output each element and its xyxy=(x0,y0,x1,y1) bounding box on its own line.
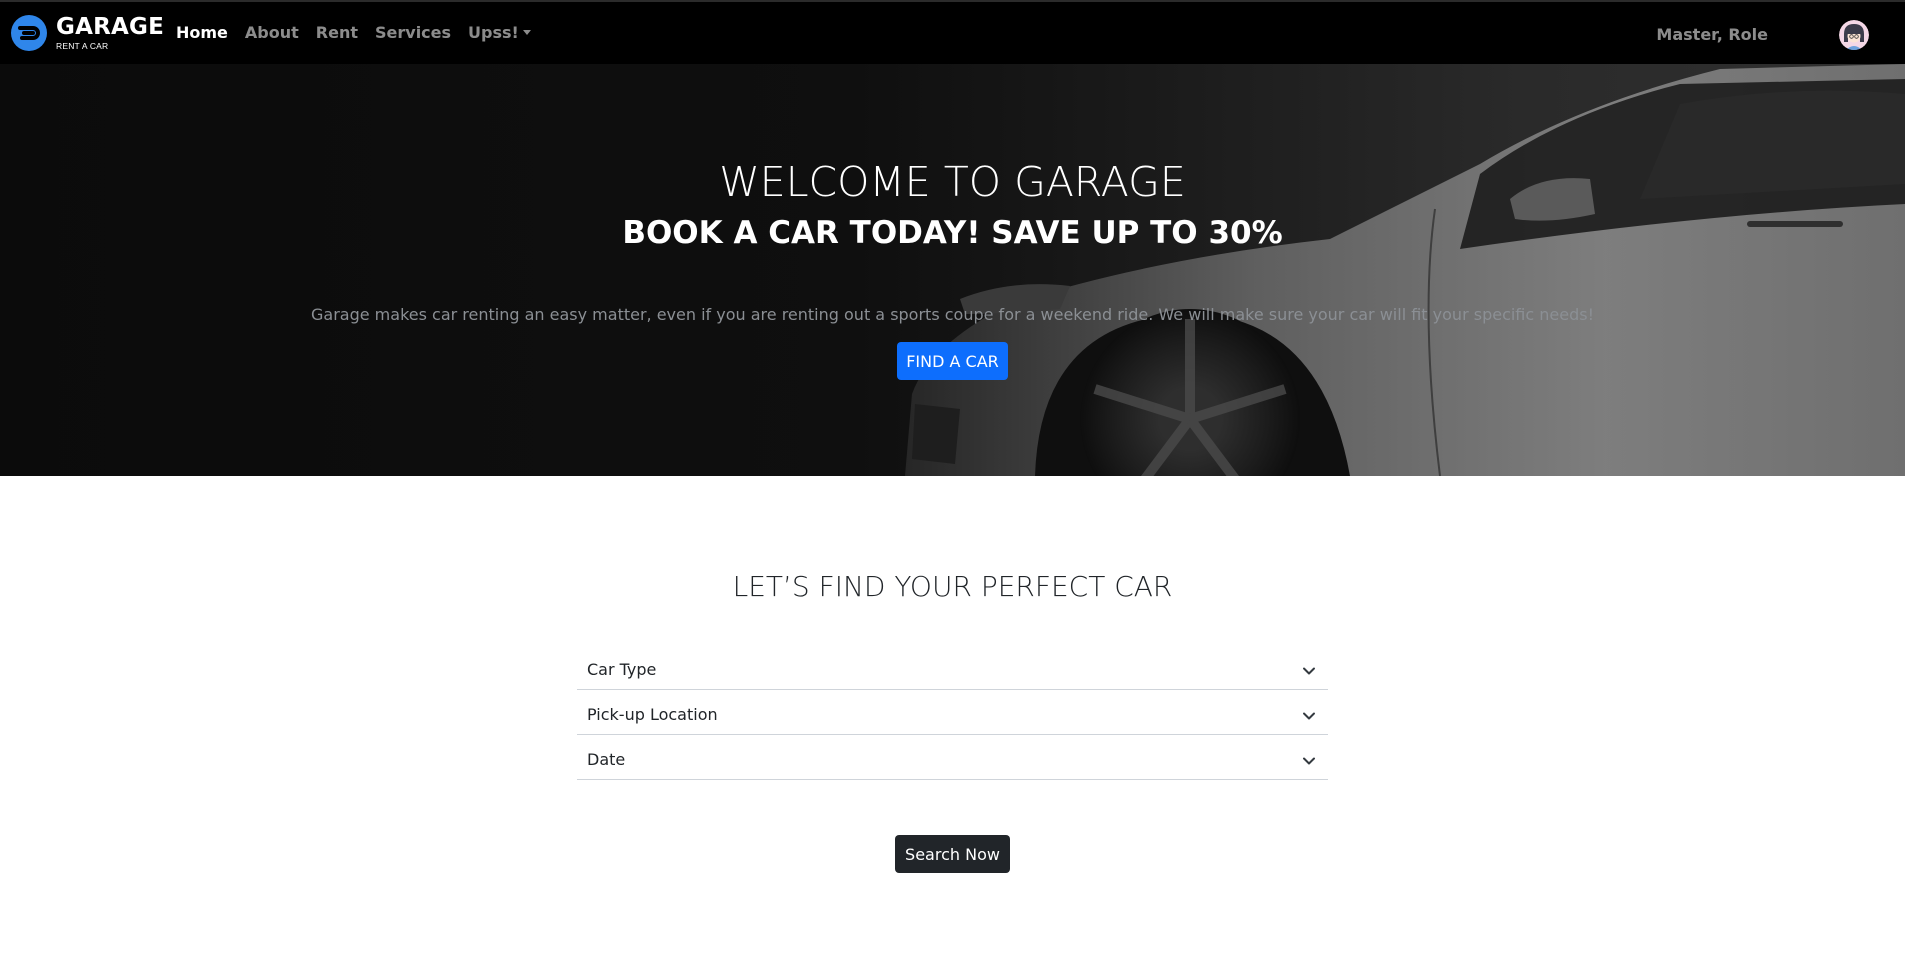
nav-item-services[interactable]: Services xyxy=(375,23,451,42)
pickup-location-label: Pick-up Location xyxy=(587,705,718,724)
nav-item-rent[interactable]: Rent xyxy=(316,23,358,42)
user-avatar-icon[interactable] xyxy=(1839,20,1869,50)
user-name-link[interactable]: Master, Role xyxy=(1656,25,1768,44)
car-type-label: Car Type xyxy=(587,660,657,679)
caret-down-icon xyxy=(522,30,531,35)
date-label: Date xyxy=(587,750,626,769)
date-select[interactable]: Date xyxy=(577,742,1328,780)
brand-tagline: RENT A CAR xyxy=(56,40,109,51)
nav-menu: Home About Rent Services Upss! xyxy=(176,23,548,42)
nav-item-upss-label: Upss! xyxy=(468,23,519,42)
search-now-button[interactable]: Search Now xyxy=(895,835,1010,873)
chevron-down-icon xyxy=(1303,712,1315,720)
garage-logo-icon xyxy=(11,15,47,51)
hero-subtitle: BOOK A CAR TODAY! SAVE UP TO 30% xyxy=(622,215,1283,251)
top-navbar: GARAGE RENT A CAR Home About Rent Servic… xyxy=(0,0,1905,64)
brand-name: GARAGE xyxy=(56,13,164,40)
chevron-down-icon xyxy=(1303,667,1315,675)
brand-text: GARAGE RENT A CAR xyxy=(56,13,164,51)
car-type-select[interactable]: Car Type xyxy=(577,652,1328,690)
nav-item-home[interactable]: Home xyxy=(176,23,228,42)
hero-title: WELCOME TO GARAGE xyxy=(719,158,1186,206)
pickup-location-select[interactable]: Pick-up Location xyxy=(577,697,1328,735)
search-section-title: LET’S FIND YOUR PERFECT CAR xyxy=(732,570,1173,603)
hero-banner: WELCOME TO GARAGE BOOK A CAR TODAY! SAVE… xyxy=(0,64,1905,476)
brand-logo-link[interactable]: GARAGE RENT A CAR xyxy=(11,15,164,51)
find-a-car-button[interactable]: FIND A CAR xyxy=(897,342,1008,380)
nav-item-about[interactable]: About xyxy=(245,23,299,42)
nav-item-upss-dropdown[interactable]: Upss! xyxy=(468,23,531,42)
hero-description: Garage makes car renting an easy matter,… xyxy=(311,305,1594,324)
chevron-down-icon xyxy=(1303,757,1315,765)
car-background-image xyxy=(905,64,1905,476)
